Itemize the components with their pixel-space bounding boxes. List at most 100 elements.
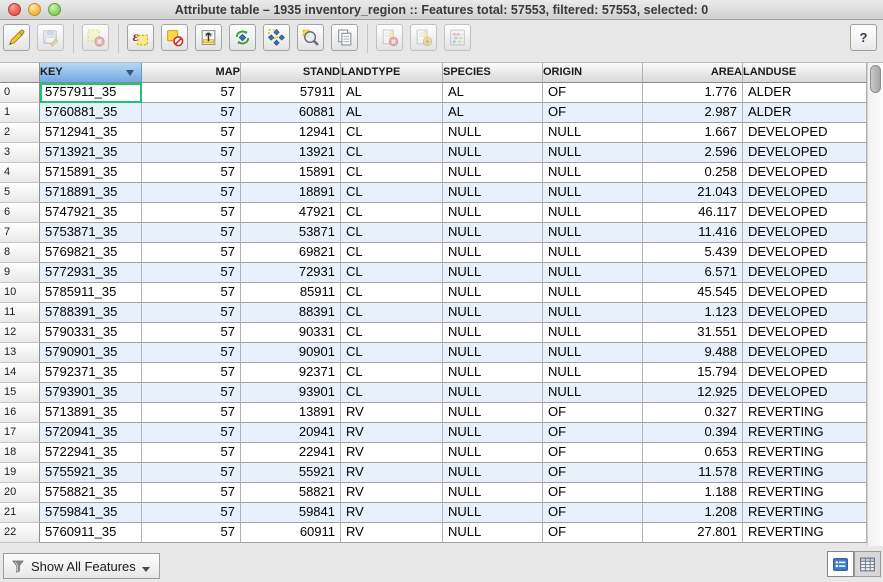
table-cell[interactable]: 27.801 — [643, 523, 743, 543]
table-cell[interactable]: OF — [543, 483, 643, 503]
copy-selected-rows-button[interactable] — [331, 24, 358, 51]
table-cell[interactable]: 57 — [142, 323, 241, 343]
row-number-header[interactable]: 16 — [0, 403, 40, 423]
table-cell[interactable]: 5713891_35 — [40, 403, 142, 423]
table-cell[interactable]: CL — [341, 363, 443, 383]
table-cell[interactable]: 55921 — [241, 463, 341, 483]
table-cell[interactable]: 90901 — [241, 343, 341, 363]
table-cell[interactable]: 31.551 — [643, 323, 743, 343]
table-cell[interactable]: 5718891_35 — [40, 183, 142, 203]
table-cell[interactable]: NULL — [443, 363, 543, 383]
table-cell[interactable]: AL — [341, 83, 443, 103]
table-cell[interactable]: DEVELOPED — [743, 303, 867, 323]
table-cell[interactable]: NULL — [443, 203, 543, 223]
table-cell[interactable]: OF — [543, 403, 643, 423]
table-cell[interactable]: 88391 — [241, 303, 341, 323]
table-cell[interactable]: 59841 — [241, 503, 341, 523]
table-cell[interactable]: 15891 — [241, 163, 341, 183]
table-cell[interactable]: NULL — [543, 323, 643, 343]
row-number-header[interactable]: 1 — [0, 103, 40, 123]
show-all-features-dropdown[interactable]: Show All Features — [3, 553, 160, 579]
row-number-header[interactable]: 8 — [0, 243, 40, 263]
table-cell[interactable]: 57 — [142, 163, 241, 183]
table-cell[interactable]: 12.925 — [643, 383, 743, 403]
table-cell[interactable]: NULL — [443, 183, 543, 203]
table-cell[interactable]: REVERTING — [743, 443, 867, 463]
table-cell[interactable]: DEVELOPED — [743, 143, 867, 163]
table-cell[interactable]: 5793901_35 — [40, 383, 142, 403]
table-cell[interactable]: NULL — [443, 123, 543, 143]
table-cell[interactable]: 57911 — [241, 83, 341, 103]
table-cell[interactable]: NULL — [543, 183, 643, 203]
table-cell[interactable]: DEVELOPED — [743, 203, 867, 223]
table-cell[interactable]: NULL — [443, 523, 543, 543]
table-cell[interactable]: 1.188 — [643, 483, 743, 503]
table-cell[interactable]: NULL — [443, 143, 543, 163]
table-cell[interactable]: 5753871_35 — [40, 223, 142, 243]
table-view-button[interactable] — [854, 551, 881, 577]
table-cell[interactable]: DEVELOPED — [743, 223, 867, 243]
table-cell[interactable]: NULL — [443, 263, 543, 283]
corner-header-cell[interactable] — [0, 63, 40, 83]
row-number-header[interactable]: 12 — [0, 323, 40, 343]
table-cell[interactable]: CL — [341, 303, 443, 323]
unselect-all-button[interactable] — [161, 24, 188, 51]
table-cell[interactable]: 57 — [142, 143, 241, 163]
table-cell[interactable]: 20941 — [241, 423, 341, 443]
table-cell[interactable]: 57 — [142, 383, 241, 403]
table-cell[interactable]: DEVELOPED — [743, 183, 867, 203]
table-cell[interactable]: 13921 — [241, 143, 341, 163]
table-cell[interactable]: 6.571 — [643, 263, 743, 283]
table-cell[interactable]: 72931 — [241, 263, 341, 283]
table-cell[interactable]: RV — [341, 463, 443, 483]
table-cell[interactable]: 57 — [142, 283, 241, 303]
table-cell[interactable]: 85911 — [241, 283, 341, 303]
table-cell[interactable]: OF — [543, 83, 643, 103]
toggle-editing-pencil-button[interactable] — [3, 24, 30, 51]
table-cell[interactable]: 57 — [142, 443, 241, 463]
table-cell[interactable]: 46.117 — [643, 203, 743, 223]
table-cell[interactable]: RV — [341, 403, 443, 423]
table-cell[interactable]: 57 — [142, 243, 241, 263]
table-cell[interactable]: NULL — [443, 343, 543, 363]
table-cell[interactable]: 57 — [142, 263, 241, 283]
column-header-landuse[interactable]: LANDUSE — [743, 63, 867, 83]
table-cell[interactable]: NULL — [543, 263, 643, 283]
table-cell[interactable]: NULL — [443, 283, 543, 303]
table-cell[interactable]: NULL — [543, 163, 643, 183]
table-cell[interactable]: NULL — [443, 303, 543, 323]
row-number-header[interactable]: 10 — [0, 283, 40, 303]
table-cell[interactable]: ALDER — [743, 83, 867, 103]
table-cell[interactable]: 5790901_35 — [40, 343, 142, 363]
row-number-header[interactable]: 13 — [0, 343, 40, 363]
vertical-scrollbar[interactable] — [867, 63, 883, 546]
table-cell[interactable]: 57 — [142, 403, 241, 423]
row-number-header[interactable]: 2 — [0, 123, 40, 143]
table-cell[interactable]: 90331 — [241, 323, 341, 343]
table-cell[interactable]: 5755921_35 — [40, 463, 142, 483]
table-cell[interactable]: 57 — [142, 103, 241, 123]
table-cell[interactable]: 5.439 — [643, 243, 743, 263]
table-cell[interactable]: 5772931_35 — [40, 263, 142, 283]
table-cell[interactable]: 5712941_35 — [40, 123, 142, 143]
table-cell[interactable]: 69821 — [241, 243, 341, 263]
column-header-origin[interactable]: ORIGIN — [543, 63, 643, 83]
table-cell[interactable]: OF — [543, 423, 643, 443]
table-cell[interactable]: 57 — [142, 183, 241, 203]
row-number-header[interactable]: 0 — [0, 83, 40, 103]
table-cell[interactable]: RV — [341, 503, 443, 523]
table-cell[interactable]: 5722941_35 — [40, 443, 142, 463]
table-cell[interactable]: 5788391_35 — [40, 303, 142, 323]
table-cell[interactable]: 21.043 — [643, 183, 743, 203]
table-cell[interactable]: AL — [443, 103, 543, 123]
table-cell[interactable]: REVERTING — [743, 503, 867, 523]
table-cell[interactable]: NULL — [543, 223, 643, 243]
table-cell[interactable]: CL — [341, 343, 443, 363]
table-cell[interactable]: 60881 — [241, 103, 341, 123]
table-cell[interactable]: CL — [341, 203, 443, 223]
table-cell[interactable]: NULL — [443, 323, 543, 343]
row-number-header[interactable]: 20 — [0, 483, 40, 503]
table-cell[interactable]: 0.258 — [643, 163, 743, 183]
table-cell[interactable]: 11.578 — [643, 463, 743, 483]
row-number-header[interactable]: 9 — [0, 263, 40, 283]
